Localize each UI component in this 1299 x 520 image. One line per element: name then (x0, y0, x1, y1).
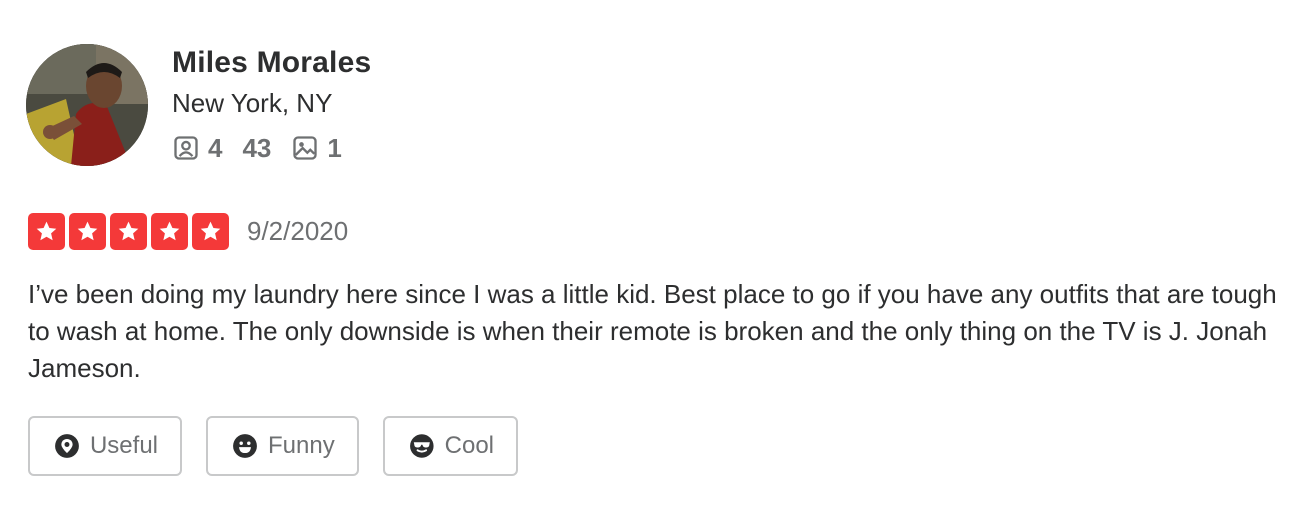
user-location: New York, NY (172, 88, 333, 118)
star-icon (69, 213, 106, 250)
review-date: 9/2/2020 (247, 216, 349, 246)
star-icon (28, 213, 65, 250)
review-card: Miles Morales New York, NY 4 43 1 9/2/20… (0, 0, 1299, 520)
review-text: I’ve been doing my laundry here since I … (28, 279, 1277, 383)
cool-button[interactable]: Cool (383, 416, 518, 476)
friends-icon (174, 136, 198, 160)
funny-icon (233, 434, 257, 458)
photos-count: 1 (327, 132, 342, 163)
user-stats: 4 43 1 (172, 132, 362, 164)
friends-stat: 4 (172, 133, 222, 164)
avatar-photo (26, 44, 148, 166)
reaction-buttons: Useful Funny Cool (28, 416, 542, 476)
useful-label: Useful (89, 432, 158, 459)
funny-label: Funny (268, 432, 335, 459)
photos-stat: 1 (291, 132, 342, 164)
funny-button[interactable]: Funny (206, 416, 359, 476)
cool-label: Cool (444, 432, 494, 459)
rating-row: 9/2/2020 (28, 213, 348, 250)
reviews-stat: 43 (242, 133, 271, 164)
star-icon (151, 213, 188, 250)
useful-icon (55, 434, 79, 458)
avatar[interactable] (26, 44, 148, 166)
star-icon (192, 213, 229, 250)
friends-count: 4 (208, 132, 223, 163)
useful-button[interactable]: Useful (28, 416, 182, 476)
user-name[interactable]: Miles Morales (172, 46, 371, 80)
photo-icon (293, 136, 318, 160)
reviews-count: 43 (242, 132, 272, 163)
cool-icon (410, 434, 434, 458)
star-rating (28, 213, 233, 250)
star-icon (110, 213, 147, 250)
